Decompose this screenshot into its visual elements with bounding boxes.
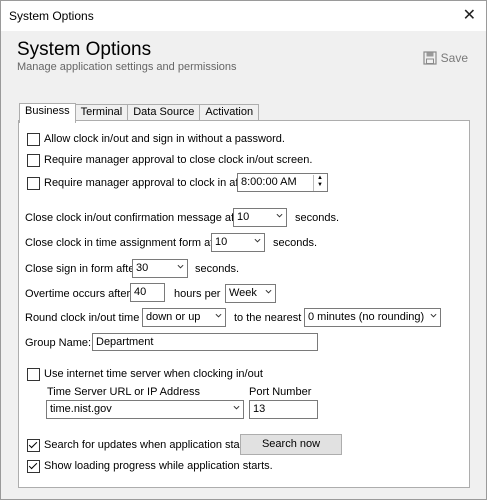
req-mgr-close-label: Require manager approval to close clock …	[44, 154, 313, 166]
time-server-combo[interactable]: time.nist.gov	[46, 400, 244, 419]
search-now-button[interactable]: Search now	[240, 434, 342, 455]
round-amount-select[interactable]: 0 minutes (no rounding)	[304, 308, 441, 327]
time-spinner[interactable]: ▲ ▼	[313, 175, 326, 191]
chevron-down-icon	[177, 264, 184, 269]
close-signin-label: Close sign in form after	[25, 263, 139, 275]
search-updates-checkbox[interactable]	[27, 439, 40, 452]
time-server-label: Time Server URL or IP Address	[47, 386, 201, 398]
close-assign-value: 10	[215, 236, 228, 248]
close-confirm-unit: seconds.	[295, 212, 340, 224]
page-subtitle: Manage application settings and permissi…	[17, 61, 237, 73]
save-button[interactable]: Save	[423, 51, 468, 65]
spin-down-icon[interactable]: ▼	[314, 182, 326, 189]
round-amount-value: 0 minutes (no rounding)	[308, 311, 425, 323]
spin-up-icon[interactable]: ▲	[314, 175, 326, 182]
show-progress-checkbox[interactable]	[27, 460, 40, 473]
chevron-down-icon	[233, 405, 240, 410]
title-bar: System Options ✕	[1, 1, 486, 31]
overtime-period-value: Week	[229, 287, 257, 299]
req-mgr-clockin-label: Require manager approval to clock in aft…	[44, 177, 252, 189]
search-updates-label: Search for updates when application star…	[44, 439, 255, 451]
overtime-per-label: hours per	[174, 288, 221, 300]
system-options-window: System Options ✕ System Options Manage a…	[0, 0, 487, 500]
close-assign-label: Close clock in time assignment form afte…	[25, 237, 227, 249]
round-direction-select[interactable]: down or up	[142, 308, 226, 327]
overtime-label: Overtime occurs after	[25, 288, 131, 300]
close-confirm-label: Close clock in/out confirmation message …	[25, 212, 247, 224]
close-assign-unit: seconds.	[273, 237, 318, 249]
page-title: System Options	[17, 39, 152, 60]
nearest-label: to the nearest	[234, 312, 302, 324]
chevron-down-icon	[215, 313, 222, 318]
allow-clock-label: Allow clock in/out and sign in without a…	[44, 133, 285, 145]
chevron-down-icon	[430, 313, 437, 318]
group-name-label: Group Name:	[25, 337, 92, 349]
show-progress-label: Show loading progress while application …	[44, 460, 273, 472]
clockin-time-value: 8:00:00 AM	[241, 176, 297, 188]
chevron-down-icon	[276, 213, 283, 218]
allow-clock-checkbox[interactable]	[27, 133, 40, 146]
chevron-down-icon	[254, 238, 261, 243]
use-time-server-checkbox[interactable]	[27, 368, 40, 381]
group-name-input[interactable]: Department	[92, 333, 318, 351]
tab-strip: Business Terminal Data Source Activation	[19, 103, 260, 123]
close-signin-select[interactable]: 30	[132, 259, 188, 278]
tab-business[interactable]: Business	[19, 103, 76, 123]
close-assign-select[interactable]: 10	[211, 233, 265, 252]
close-confirm-value: 10	[237, 211, 250, 223]
close-signin-value: 30	[136, 262, 149, 274]
chevron-down-icon	[265, 289, 272, 294]
overtime-hours-input[interactable]: 40	[130, 283, 165, 302]
port-number-input[interactable]: 13	[249, 400, 318, 419]
clockin-time-picker[interactable]: 8:00:00 AM ▲ ▼	[237, 173, 328, 192]
business-panel: Allow clock in/out and sign in without a…	[18, 120, 470, 488]
overtime-period-select[interactable]: Week	[225, 284, 276, 303]
req-mgr-close-checkbox[interactable]	[27, 154, 40, 167]
close-icon[interactable]: ✕	[463, 5, 476, 25]
close-confirm-select[interactable]: 10	[233, 208, 287, 227]
save-label: Save	[440, 51, 468, 65]
time-server-value: time.nist.gov	[50, 403, 112, 415]
window-title: System Options	[9, 9, 94, 23]
round-label: Round clock in/out time	[25, 312, 140, 324]
use-time-server-label: Use internet time server when clocking i…	[44, 368, 263, 380]
port-number-label: Port Number	[249, 386, 312, 398]
close-signin-unit: seconds.	[195, 263, 240, 275]
round-direction-value: down or up	[146, 311, 201, 323]
floppy-disk-icon	[423, 51, 437, 65]
req-mgr-clockin-checkbox[interactable]	[27, 177, 40, 190]
header: System Options Manage application settin…	[1, 31, 486, 86]
